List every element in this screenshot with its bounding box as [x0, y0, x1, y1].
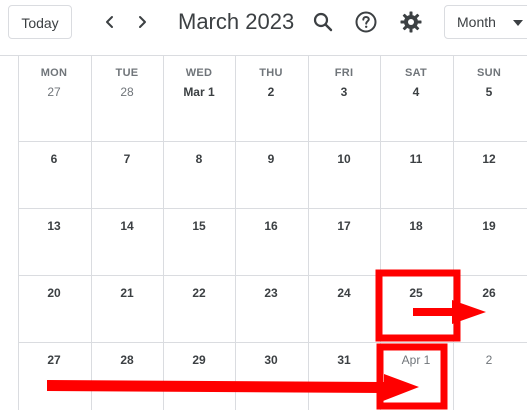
grid-line: [18, 275, 527, 276]
view-selector-label: Month: [457, 14, 496, 30]
day-number[interactable]: 13: [18, 218, 90, 234]
day-number[interactable]: 28: [91, 352, 163, 368]
day-number[interactable]: 2: [453, 352, 525, 368]
next-month-button[interactable]: [128, 8, 156, 36]
weekday-header-wed: WED: [185, 67, 213, 79]
day-number[interactable]: 2: [235, 84, 307, 100]
settings-button[interactable]: [398, 9, 424, 35]
day-number[interactable]: 24: [308, 285, 380, 301]
search-button[interactable]: [310, 9, 336, 35]
grid-line: [18, 342, 527, 343]
calendar-toolbar: Today March 2023 Month: [0, 0, 527, 56]
calendar-app: Today March 2023 Month MON TUE WED THU F…: [0, 0, 527, 410]
day-number[interactable]: 6: [18, 151, 90, 167]
day-number[interactable]: 29: [163, 352, 235, 368]
caret-down-icon: [513, 20, 523, 26]
chevron-right-icon: [139, 16, 146, 28]
day-number[interactable]: 27: [18, 352, 90, 368]
day-number[interactable]: 4: [380, 84, 452, 100]
page-title: March 2023: [178, 9, 295, 34]
day-number[interactable]: 14: [91, 218, 163, 234]
previous-month-button[interactable]: [96, 8, 124, 36]
weekday-header-sat: SAT: [404, 67, 428, 79]
day-number[interactable]: 18: [380, 218, 452, 234]
day-number[interactable]: 12: [453, 151, 525, 167]
day-number[interactable]: 15: [163, 218, 235, 234]
day-number[interactable]: 16: [235, 218, 307, 234]
weekday-header-thu: THU: [259, 67, 283, 79]
day-number[interactable]: 7: [91, 151, 163, 167]
day-number[interactable]: 19: [453, 218, 525, 234]
day-number[interactable]: 30: [235, 352, 307, 368]
help-button[interactable]: [353, 9, 379, 35]
day-number[interactable]: 5: [453, 84, 525, 100]
day-number[interactable]: 11: [380, 151, 452, 167]
day-number[interactable]: 17: [308, 218, 380, 234]
day-number[interactable]: 23: [235, 285, 307, 301]
weekday-header-mon: MON: [40, 67, 68, 79]
gear-icon: [400, 11, 422, 33]
weekday-header-tue: TUE: [115, 67, 139, 79]
day-number[interactable]: 28: [91, 84, 163, 100]
day-number[interactable]: 31: [308, 352, 380, 368]
view-selector[interactable]: Month: [444, 5, 527, 39]
grid-line: [18, 208, 527, 209]
help-icon: [355, 11, 377, 33]
day-number[interactable]: 9: [235, 151, 307, 167]
day-number[interactable]: 10: [308, 151, 380, 167]
grid-line: [18, 141, 527, 142]
day-number[interactable]: 20: [18, 285, 90, 301]
day-number[interactable]: 3: [308, 84, 380, 100]
chevron-left-icon: [106, 16, 113, 28]
day-number[interactable]: 8: [163, 151, 235, 167]
month-grid: MON TUE WED THU FRI SAT SUN 27 28 Mar 1 …: [18, 55, 527, 410]
weekday-header-fri: FRI: [334, 67, 354, 79]
weekday-header-sun: SUN: [476, 67, 502, 79]
day-number[interactable]: 25: [380, 285, 452, 301]
search-icon: [313, 12, 333, 32]
today-button[interactable]: Today: [8, 5, 72, 39]
day-number[interactable]: Mar 1: [163, 84, 235, 100]
day-number[interactable]: 27: [18, 84, 90, 100]
day-number[interactable]: 21: [91, 285, 163, 301]
day-number[interactable]: Apr 1: [380, 352, 452, 368]
day-number[interactable]: 22: [163, 285, 235, 301]
day-number[interactable]: 26: [453, 285, 525, 301]
